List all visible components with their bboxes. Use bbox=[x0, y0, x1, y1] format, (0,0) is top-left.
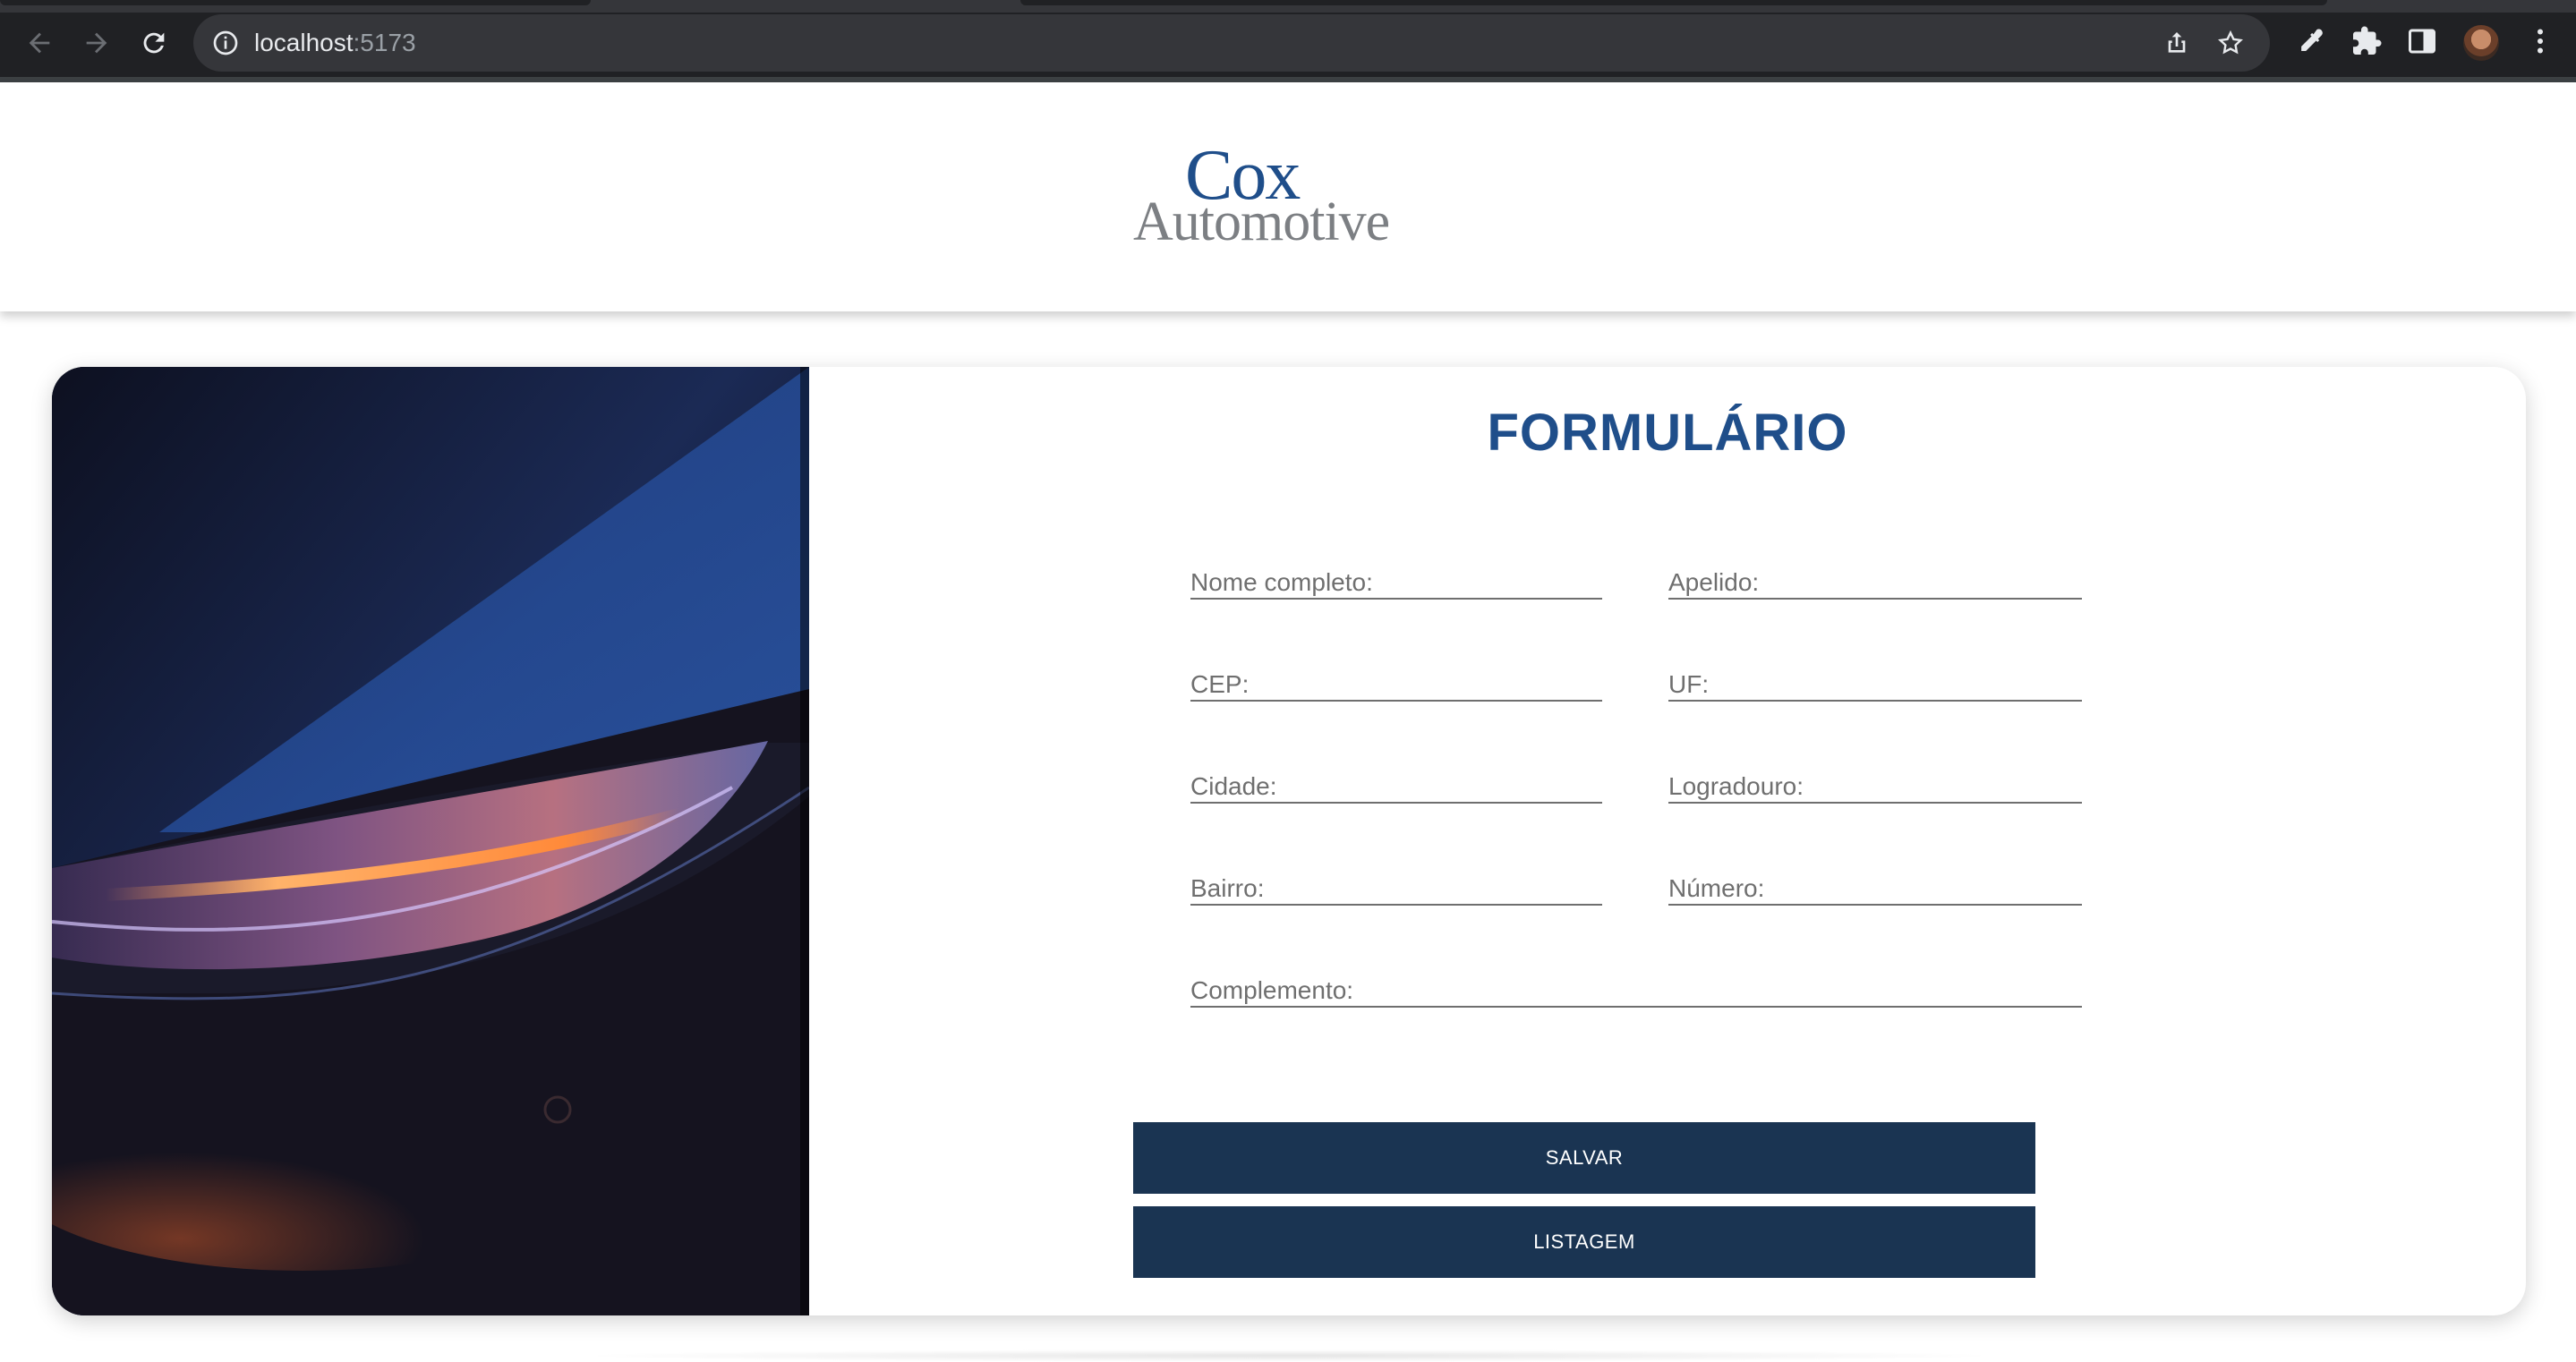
sidepanel-icon[interactable] bbox=[2406, 25, 2438, 57]
cep-label: CEP: bbox=[1190, 670, 1250, 698]
cidade-label: Cidade: bbox=[1190, 772, 1277, 800]
share-icon[interactable] bbox=[2162, 29, 2191, 57]
numero-field[interactable]: Número: bbox=[1668, 866, 2082, 906]
listagem-button[interactable]: LISTAGEM bbox=[1133, 1206, 2035, 1278]
salvar-button[interactable]: SALVAR bbox=[1133, 1122, 2035, 1194]
complemento-field[interactable]: Complemento: bbox=[1190, 968, 2082, 1008]
car-headlight-illustration bbox=[52, 367, 809, 1315]
tab-strip bbox=[0, 0, 2576, 13]
nome-completo-label: Nome completo: bbox=[1190, 568, 1373, 596]
avatar[interactable] bbox=[2463, 25, 2499, 61]
forward-icon bbox=[86, 32, 107, 54]
logradouro-field[interactable]: Logradouro: bbox=[1668, 764, 2082, 804]
apelido-field[interactable]: Apelido: bbox=[1668, 560, 2082, 600]
back-button[interactable] bbox=[18, 21, 61, 64]
forward-button[interactable] bbox=[75, 21, 118, 64]
bairro-label: Bairro: bbox=[1190, 874, 1265, 902]
uf-field[interactable]: UF: bbox=[1668, 662, 2082, 702]
eyedropper-icon[interactable] bbox=[2293, 25, 2325, 57]
address-bar[interactable]: localhost:5173 bbox=[193, 14, 2270, 72]
site-header: Cox Automotive bbox=[0, 82, 2576, 311]
cox-automotive-logo[interactable]: Cox Automotive bbox=[1133, 140, 1446, 251]
form-title: FORMULÁRIO bbox=[1487, 404, 1848, 462]
uf-label: UF: bbox=[1668, 670, 1710, 698]
back-icon bbox=[29, 32, 50, 54]
bottom-shadow bbox=[573, 1349, 2005, 1362]
complemento-label: Complemento: bbox=[1190, 976, 1354, 1004]
tab-hint-right[interactable] bbox=[1020, 0, 2327, 5]
url-host: localhost bbox=[254, 29, 354, 56]
menu-icon[interactable] bbox=[2524, 25, 2556, 57]
tab-hint-left[interactable] bbox=[0, 0, 591, 5]
extensions-icon[interactable] bbox=[2350, 25, 2383, 57]
reload-button[interactable] bbox=[132, 21, 175, 64]
url-port: :5173 bbox=[353, 29, 416, 56]
nome-completo-field[interactable]: Nome completo: bbox=[1190, 560, 1602, 600]
numero-label: Número: bbox=[1668, 874, 1765, 902]
car-headlight-image bbox=[52, 367, 809, 1315]
apelido-label: Apelido: bbox=[1668, 568, 1760, 596]
reload-icon bbox=[143, 32, 165, 54]
url-text[interactable]: localhost:5173 bbox=[254, 27, 416, 59]
logradouro-label: Logradouro: bbox=[1668, 772, 1804, 800]
star-icon[interactable] bbox=[2216, 29, 2245, 57]
cep-field[interactable]: CEP: bbox=[1190, 662, 1602, 702]
info-icon[interactable] bbox=[211, 29, 240, 57]
bairro-field[interactable]: Bairro: bbox=[1190, 866, 1602, 906]
logo-line-automotive: Automotive bbox=[1133, 192, 1390, 252]
cidade-field[interactable]: Cidade: bbox=[1190, 764, 1602, 804]
browser-toolbar: localhost:5173 bbox=[0, 0, 2576, 82]
